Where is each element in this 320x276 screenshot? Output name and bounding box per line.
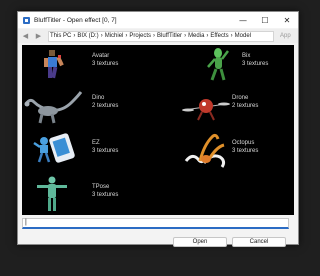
tpose-figure-icon [37,176,67,211]
breadcrumb-effects[interactable]: Effects [209,33,229,39]
effect-name: Octopus [232,140,255,146]
effect-info: 3 textures [92,192,119,198]
cancel-button[interactable]: Cancel [232,237,286,247]
bix-alien-icon [207,48,229,81]
effect-name: EZ [92,140,100,146]
effect-name: TPose [92,184,110,190]
open-effect-dialog: BluffTitler - Open effect [0, 7] — ☐ ✕ ◀… [17,11,299,247]
breadcrumb-this-pc[interactable]: This PC [49,33,72,39]
breadcrumb-projects[interactable]: Projects [128,33,152,39]
open-button[interactable]: Open [173,237,227,247]
navigation-bar: ◀ ▶ This PC › BIX (D:) › Michiel › Proje… [18,29,298,43]
effect-name: Bix [242,53,251,59]
effect-item-ez[interactable]: EZ 3 textures [32,131,142,167]
effect-item-dino[interactable]: Dino 2 textures [22,90,142,126]
effect-info: 3 textures [242,61,269,67]
back-arrow-icon[interactable]: ◀ [20,31,31,42]
close-button[interactable]: ✕ [276,12,298,28]
ez-character-icon [33,133,75,163]
breadcrumb-model[interactable]: Model [234,33,252,39]
effects-grid: Avatar 3 textures Bix 3 textures Dino 2 … [22,45,294,215]
app-button[interactable]: App [280,33,291,39]
title-bar[interactable]: BluffTitler - Open effect [0, 7] — ☐ ✕ [18,12,298,28]
breadcrumb-michiel[interactable]: Michiel [104,33,125,39]
effect-name: Avatar [92,53,110,59]
effect-item-octopus[interactable]: Octopus 3 textures [182,131,292,171]
drone-icon [182,99,230,121]
avatar-figure-icon [44,50,64,79]
effect-item-bix[interactable]: Bix 3 textures [202,47,292,83]
window-title: BluffTitler - Open effect [0, 7] [34,16,117,24]
effect-item-avatar[interactable]: Avatar 3 textures [32,47,142,83]
effect-info: 3 textures [92,148,119,154]
octopus-icon [184,133,226,168]
effect-info: 2 textures [232,103,259,109]
effect-name: Drone [232,95,249,101]
dino-icon [24,91,82,124]
breadcrumb-blufftitler[interactable]: BluffTitler [156,33,183,39]
maximize-button[interactable]: ☐ [254,12,276,28]
effect-item-drone[interactable]: Drone 2 textures [180,90,292,126]
breadcrumb-drive[interactable]: BIX (D:) [76,33,99,39]
effect-info: 3 textures [232,148,259,154]
effect-info: 2 textures [92,103,119,109]
filename-input[interactable]: | [22,218,289,229]
effect-info: 3 textures [92,61,119,67]
forward-arrow-icon[interactable]: ▶ [33,31,44,42]
breadcrumb[interactable]: This PC › BIX (D:) › Michiel › Projects … [48,30,274,42]
effect-item-tpose[interactable]: TPose 3 textures [32,175,142,213]
minimize-button[interactable]: — [232,12,254,28]
blufftitler-app-icon [23,16,30,24]
effect-name: Dino [92,95,105,101]
breadcrumb-media[interactable]: Media [187,33,205,39]
